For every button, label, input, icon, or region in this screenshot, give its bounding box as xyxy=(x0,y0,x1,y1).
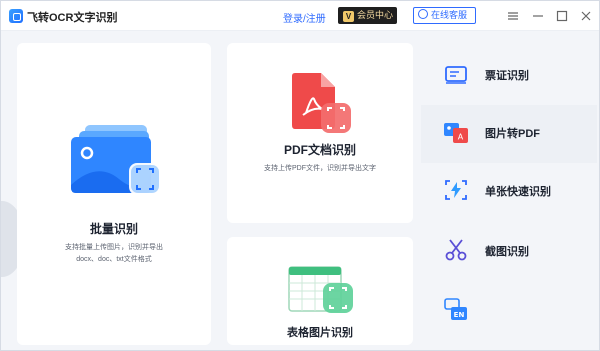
pdf-glyph: A xyxy=(458,133,464,142)
pdf-card-title: PDF文档识别 xyxy=(283,143,356,157)
vip-crown-icon: V xyxy=(343,11,354,22)
image-to-pdf-icon: A xyxy=(444,123,468,143)
menu-icon xyxy=(508,12,518,20)
close-icon xyxy=(581,11,591,21)
table-recognition-card[interactable]: 表格图片识别 xyxy=(227,237,413,345)
batch-images-icon xyxy=(71,125,161,195)
batch-card-desc-line2: docx、doc、txt文件格式 xyxy=(76,256,152,263)
table-sheet-icon xyxy=(288,266,353,313)
app-logo-icon xyxy=(9,9,23,23)
minimize-icon xyxy=(533,15,543,17)
en-badge-text: EN xyxy=(454,311,465,319)
sidebar-item-screenshot-recognition[interactable]: 截图识别 xyxy=(421,223,597,281)
table-card-title: 表格图片识别 xyxy=(287,327,353,339)
lightning-scan-icon xyxy=(445,180,467,200)
sidebar-item-label: 单张快速识别 xyxy=(485,186,551,198)
app-window: 飞转OCR文字识别 登录/注册 V 会员中心 在线客服 批量识别 支持批量上传图… xyxy=(0,0,600,351)
online-service-label: 在线客服 xyxy=(431,10,468,20)
pdf-recognition-card[interactable]: PDF文档识别 支持上传PDF文件，识别并导出文字 xyxy=(227,43,413,223)
sidebar-item-ticket-recognition[interactable]: 票证识别 xyxy=(421,47,597,105)
maximize-button[interactable] xyxy=(553,7,571,25)
sidebar-item-image-to-pdf[interactable]: A 图片转PDF xyxy=(421,105,597,163)
batch-card-desc-line1: 支持批量上传图片，识别并导出 xyxy=(65,244,163,251)
pdf-file-icon xyxy=(292,73,351,133)
sidebar-item-label: 票证识别 xyxy=(485,70,529,82)
minimize-button[interactable] xyxy=(529,7,547,25)
close-button[interactable] xyxy=(577,7,595,25)
headset-icon xyxy=(418,9,428,19)
ticket-icon xyxy=(445,66,467,84)
vip-center-label: 会员中心 xyxy=(357,10,394,20)
batch-card-title: 批量识别 xyxy=(89,222,138,236)
sidebar-item-label: 截图识别 xyxy=(485,246,529,258)
title-bar: 飞转OCR文字识别 登录/注册 V 会员中心 在线客服 xyxy=(1,1,599,31)
login-register-link[interactable]: 登录/注册 xyxy=(283,10,326,25)
sidebar-item-label: 图片转PDF xyxy=(485,128,540,140)
vip-center-button[interactable]: V 会员中心 xyxy=(338,7,397,24)
online-service-button[interactable]: 在线客服 xyxy=(413,7,476,24)
sidebar-item-translation[interactable]: EN xyxy=(421,283,597,341)
maximize-icon xyxy=(556,10,568,22)
batch-recognition-card[interactable]: 批量识别 支持批量上传图片，识别并导出 docx、doc、txt文件格式 xyxy=(17,43,211,345)
translate-en-icon: EN xyxy=(444,298,467,320)
menu-button[interactable] xyxy=(504,7,522,25)
pdf-card-desc: 支持上传PDF文件，识别并导出文字 xyxy=(264,165,376,172)
sidebar-item-quick-recognition[interactable]: 单张快速识别 xyxy=(421,163,597,221)
scissors-icon xyxy=(445,239,467,261)
app-title: 飞转OCR文字识别 xyxy=(27,12,118,24)
